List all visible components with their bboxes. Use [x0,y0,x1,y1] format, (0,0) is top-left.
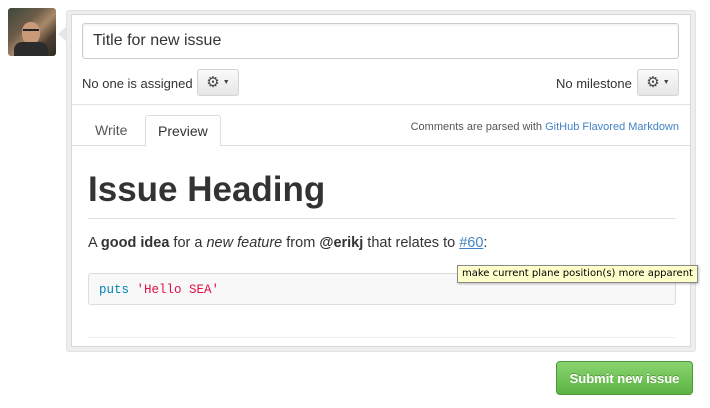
preview-text: for a [169,235,207,251]
preview-bottom-rule [88,337,676,338]
issue-reference-link[interactable]: #60 [459,235,483,251]
milestone-gear-button[interactable]: ⚙ ▼ [637,69,679,96]
markdown-help-link[interactable]: GitHub Flavored Markdown [545,121,679,133]
issue-title-input[interactable] [82,23,679,59]
avatar [8,8,56,56]
issue-form: No one is assigned ⚙ ▼ No milestone ⚙ ▼ … [71,14,691,347]
avatar-glasses [23,29,39,33]
avatar-shirt [14,42,48,56]
caret-down-icon: ▼ [662,79,670,86]
preview-text: A [88,235,101,251]
preview-paragraph: A good idea for a new feature from @erik… [88,235,676,257]
assignee-gear-button[interactable]: ⚙ ▼ [197,69,239,96]
tab-write[interactable]: Write [83,115,139,146]
caret-down-icon: ▼ [222,79,230,86]
preview-italic: new feature [206,235,283,251]
assignee-label: No one is assigned [82,76,193,91]
submit-issue-button[interactable]: Submit new issue [556,361,693,395]
markdown-note: Comments are parsed with GitHub Flavored… [411,121,679,133]
editor-tabs: Write Preview Comments are parsed with G… [72,104,690,147]
preview-text: from [282,235,320,251]
preview-bold: good idea [100,235,170,251]
milestone-label: No milestone [556,76,632,91]
gear-icon: ⚙ [206,74,220,91]
link-tooltip: make current plane position(s) more appa… [457,265,698,283]
issue-meta-row: No one is assigned ⚙ ▼ No milestone ⚙ ▼ [82,69,679,97]
code-string: 'Hello SEA' [136,283,220,297]
preview-text: : [483,235,488,251]
preview-body: Issue Heading A good idea for a new feat… [88,146,676,338]
user-mention[interactable]: @erikj [319,235,363,251]
markdown-note-text: Comments are parsed with [410,121,546,133]
gear-icon: ⚙ [646,74,660,91]
preview-heading: Issue Heading [88,146,676,219]
code-keyword: puts [99,283,130,297]
preview-text: that relates to [363,235,460,251]
tab-preview[interactable]: Preview [145,115,221,147]
avatar-face [22,22,40,44]
